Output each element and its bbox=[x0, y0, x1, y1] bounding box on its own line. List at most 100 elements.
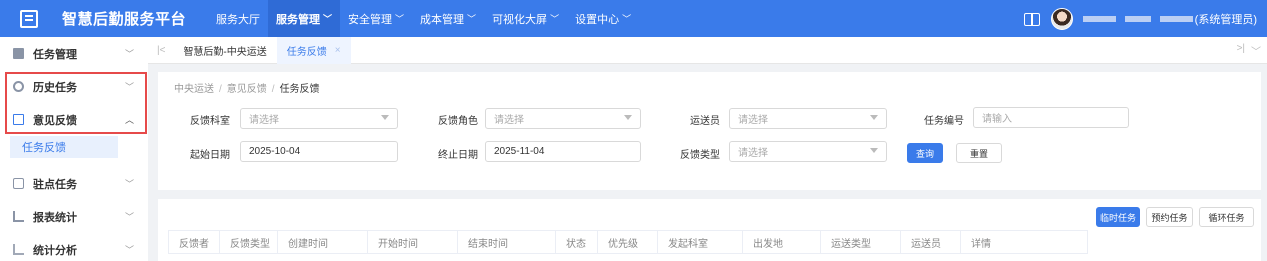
column-header[interactable]: 结束时间 bbox=[458, 231, 556, 253]
chevron-down-icon bbox=[870, 148, 878, 153]
feedback-type-select[interactable]: 请选择 bbox=[729, 141, 887, 162]
column-header[interactable]: 出发地 bbox=[743, 231, 821, 253]
task-no-input[interactable]: 请输入 bbox=[973, 107, 1129, 128]
query-button[interactable]: 查询 bbox=[907, 143, 943, 163]
end-date-input[interactable]: 2025-11-04 bbox=[485, 141, 641, 162]
date-value: 2025-10-04 bbox=[249, 146, 301, 157]
station-icon bbox=[13, 178, 24, 189]
end-date-label: 终止日期 bbox=[438, 150, 478, 161]
breadcrumb-item[interactable]: 意见反馈 bbox=[227, 84, 267, 95]
tab-label: 任务反馈 bbox=[286, 46, 327, 58]
task-icon bbox=[13, 48, 24, 59]
sidebar-item-station-tasks[interactable]: 驻点任务 ﹀ bbox=[0, 167, 148, 200]
book-icon[interactable] bbox=[1023, 12, 1041, 26]
reset-button[interactable]: 重置 bbox=[956, 143, 1002, 163]
table-header: 反馈者 反馈类型 创建时间 开始时间 结束时间 状态 优先级 发起科室 出发地 … bbox=[168, 230, 1088, 254]
sidebar-item-label: 统计分析 bbox=[33, 244, 77, 257]
column-header[interactable]: 运送员 bbox=[901, 231, 961, 253]
sidebar-item-label: 报表统计 bbox=[33, 211, 77, 224]
nav-label: 安全管理 bbox=[348, 13, 393, 26]
top-navbar: 智慧后勤服务平台 服务大厅 服务管理 ﹀ 安全管理 ﹀ 成本管理 ﹀ 可视化大屏 ﹀ 设… bbox=[0, 0, 1267, 37]
chevron-down-icon: ﹀ bbox=[124, 245, 134, 255]
sidebar-item-label: 驻点任务 bbox=[33, 178, 77, 191]
breadcrumb-separator: / bbox=[219, 84, 222, 95]
sidebar-item-task-management[interactable]: 任务管理 ﹀ bbox=[0, 37, 148, 70]
nav-label: 成本管理 bbox=[420, 13, 465, 26]
column-header[interactable]: 开始时间 bbox=[368, 231, 458, 253]
chevron-down-icon bbox=[870, 115, 878, 120]
courier-select[interactable]: 请选择 bbox=[729, 108, 887, 129]
sidebar: 任务管理 ﹀ 历史任务 ﹀ 意见反馈 ︿ 任务反馈 驻点任务 ﹀ 报表统计 ﹀ … bbox=[0, 37, 148, 261]
scroll-left-icon[interactable]: |< bbox=[157, 45, 165, 56]
breadcrumb-current: 任务反馈 bbox=[279, 84, 320, 95]
user-avatar[interactable] bbox=[1050, 7, 1073, 30]
tab-task-feedback[interactable]: 任务反馈 × bbox=[276, 36, 351, 64]
column-header[interactable]: 创建时间 bbox=[278, 231, 368, 253]
chevron-down-icon: ﹀ bbox=[124, 179, 134, 189]
feedback-dept-select[interactable]: 请选择 bbox=[240, 108, 398, 129]
chevron-down-icon: ﹀ bbox=[550, 14, 560, 24]
chevron-down-icon bbox=[381, 115, 389, 120]
user-name-redacted bbox=[1082, 15, 1193, 22]
column-header[interactable]: 反馈类型 bbox=[220, 231, 278, 253]
chevron-down-icon: ﹀ bbox=[467, 14, 477, 24]
nav-label: 服务大厅 bbox=[216, 13, 261, 26]
chevron-down-icon: ﹀ bbox=[395, 14, 405, 24]
tab-central-transport[interactable]: 智慧后勤-中央运送 bbox=[173, 37, 276, 64]
start-date-label: 起始日期 bbox=[190, 150, 230, 161]
close-icon[interactable]: × bbox=[335, 45, 341, 56]
column-header[interactable]: 状态 bbox=[556, 231, 598, 253]
nav-cost-management[interactable]: 成本管理 ﹀ bbox=[412, 0, 484, 37]
chevron-down-icon: ﹀ bbox=[124, 212, 134, 222]
start-date-input[interactable]: 2025-10-04 bbox=[240, 141, 398, 162]
sidebar-subitem-task-feedback[interactable]: 任务反馈 bbox=[10, 136, 118, 158]
scheduled-task-button[interactable]: 预约任务 bbox=[1146, 207, 1193, 227]
search-panel: 中央运送 / 意见反馈 / 任务反馈 反馈科室 请选择 反馈角色 请选择 运送员 请选择… bbox=[158, 72, 1261, 190]
cyclic-task-button[interactable]: 循环任务 bbox=[1199, 207, 1254, 227]
feedback-role-select[interactable]: 请选择 bbox=[485, 108, 641, 129]
nav-service-hall[interactable]: 服务大厅 bbox=[208, 0, 268, 37]
chevron-down-icon: ﹀ bbox=[124, 49, 134, 59]
breadcrumb: 中央运送 / 意见反馈 / 任务反馈 bbox=[174, 80, 320, 95]
column-header[interactable]: 运送类型 bbox=[821, 231, 901, 253]
breadcrumb-item[interactable]: 中央运送 bbox=[174, 84, 214, 95]
nav-label: 设置中心 bbox=[575, 13, 620, 26]
column-header[interactable]: 发起科室 bbox=[658, 231, 743, 253]
app-title: 智慧后勤服务平台 bbox=[62, 11, 187, 28]
user-role[interactable]: (系统管理员) bbox=[1195, 11, 1257, 27]
tab-controls: >| ﹀ bbox=[1237, 43, 1261, 58]
feedback-role-label: 反馈角色 bbox=[438, 116, 478, 127]
select-placeholder: 请选择 bbox=[738, 148, 768, 159]
table-panel: 临时任务 预约任务 循环任务 反馈者 反馈类型 创建时间 开始时间 结束时间 状… bbox=[158, 199, 1261, 261]
sidebar-item-reports[interactable]: 报表统计 ﹀ bbox=[0, 200, 148, 233]
nav-label: 可视化大屏 bbox=[492, 13, 548, 26]
breadcrumb-separator: / bbox=[271, 84, 275, 95]
input-placeholder: 请输入 bbox=[982, 114, 1012, 125]
chevron-down-icon: ﹀ bbox=[622, 14, 632, 24]
user-area: (系统管理员) bbox=[1023, 7, 1257, 30]
chevron-down-icon bbox=[624, 115, 632, 120]
sidebar-item-analysis[interactable]: 统计分析 ﹀ bbox=[0, 233, 148, 261]
highlight-annotation-box bbox=[5, 72, 147, 134]
column-header[interactable]: 优先级 bbox=[598, 231, 658, 253]
nav-safety-management[interactable]: 安全管理 ﹀ bbox=[340, 0, 412, 37]
column-header[interactable]: 详情 bbox=[961, 231, 1087, 253]
scroll-right-icon[interactable]: >| bbox=[1237, 43, 1245, 58]
nav-service-management[interactable]: 服务管理 ﹀ bbox=[268, 0, 341, 37]
tab-label: 智慧后勤-中央运送 bbox=[183, 46, 267, 58]
select-placeholder: 请选择 bbox=[249, 115, 279, 126]
bar-chart-icon bbox=[13, 211, 24, 222]
chevron-down-icon: ﹀ bbox=[323, 14, 333, 24]
task-no-label: 任务编号 bbox=[924, 116, 964, 127]
nav-visual-screen[interactable]: 可视化大屏 ﹀ bbox=[484, 0, 567, 37]
chevron-down-icon[interactable]: ﹀ bbox=[1251, 43, 1261, 58]
feedback-type-label: 反馈类型 bbox=[680, 150, 720, 161]
menu-logo-icon[interactable] bbox=[20, 9, 38, 28]
temp-task-button[interactable]: 临时任务 bbox=[1096, 207, 1140, 227]
column-header[interactable]: 反馈者 bbox=[169, 231, 220, 253]
nav-settings-center[interactable]: 设置中心 ﹀ bbox=[567, 0, 639, 37]
select-placeholder: 请选择 bbox=[738, 115, 768, 126]
top-nav: 服务大厅 服务管理 ﹀ 安全管理 ﹀ 成本管理 ﹀ 可视化大屏 ﹀ 设置中心 ﹀ bbox=[208, 0, 639, 37]
feedback-dept-label: 反馈科室 bbox=[190, 116, 230, 127]
courier-label: 运送员 bbox=[690, 116, 720, 127]
